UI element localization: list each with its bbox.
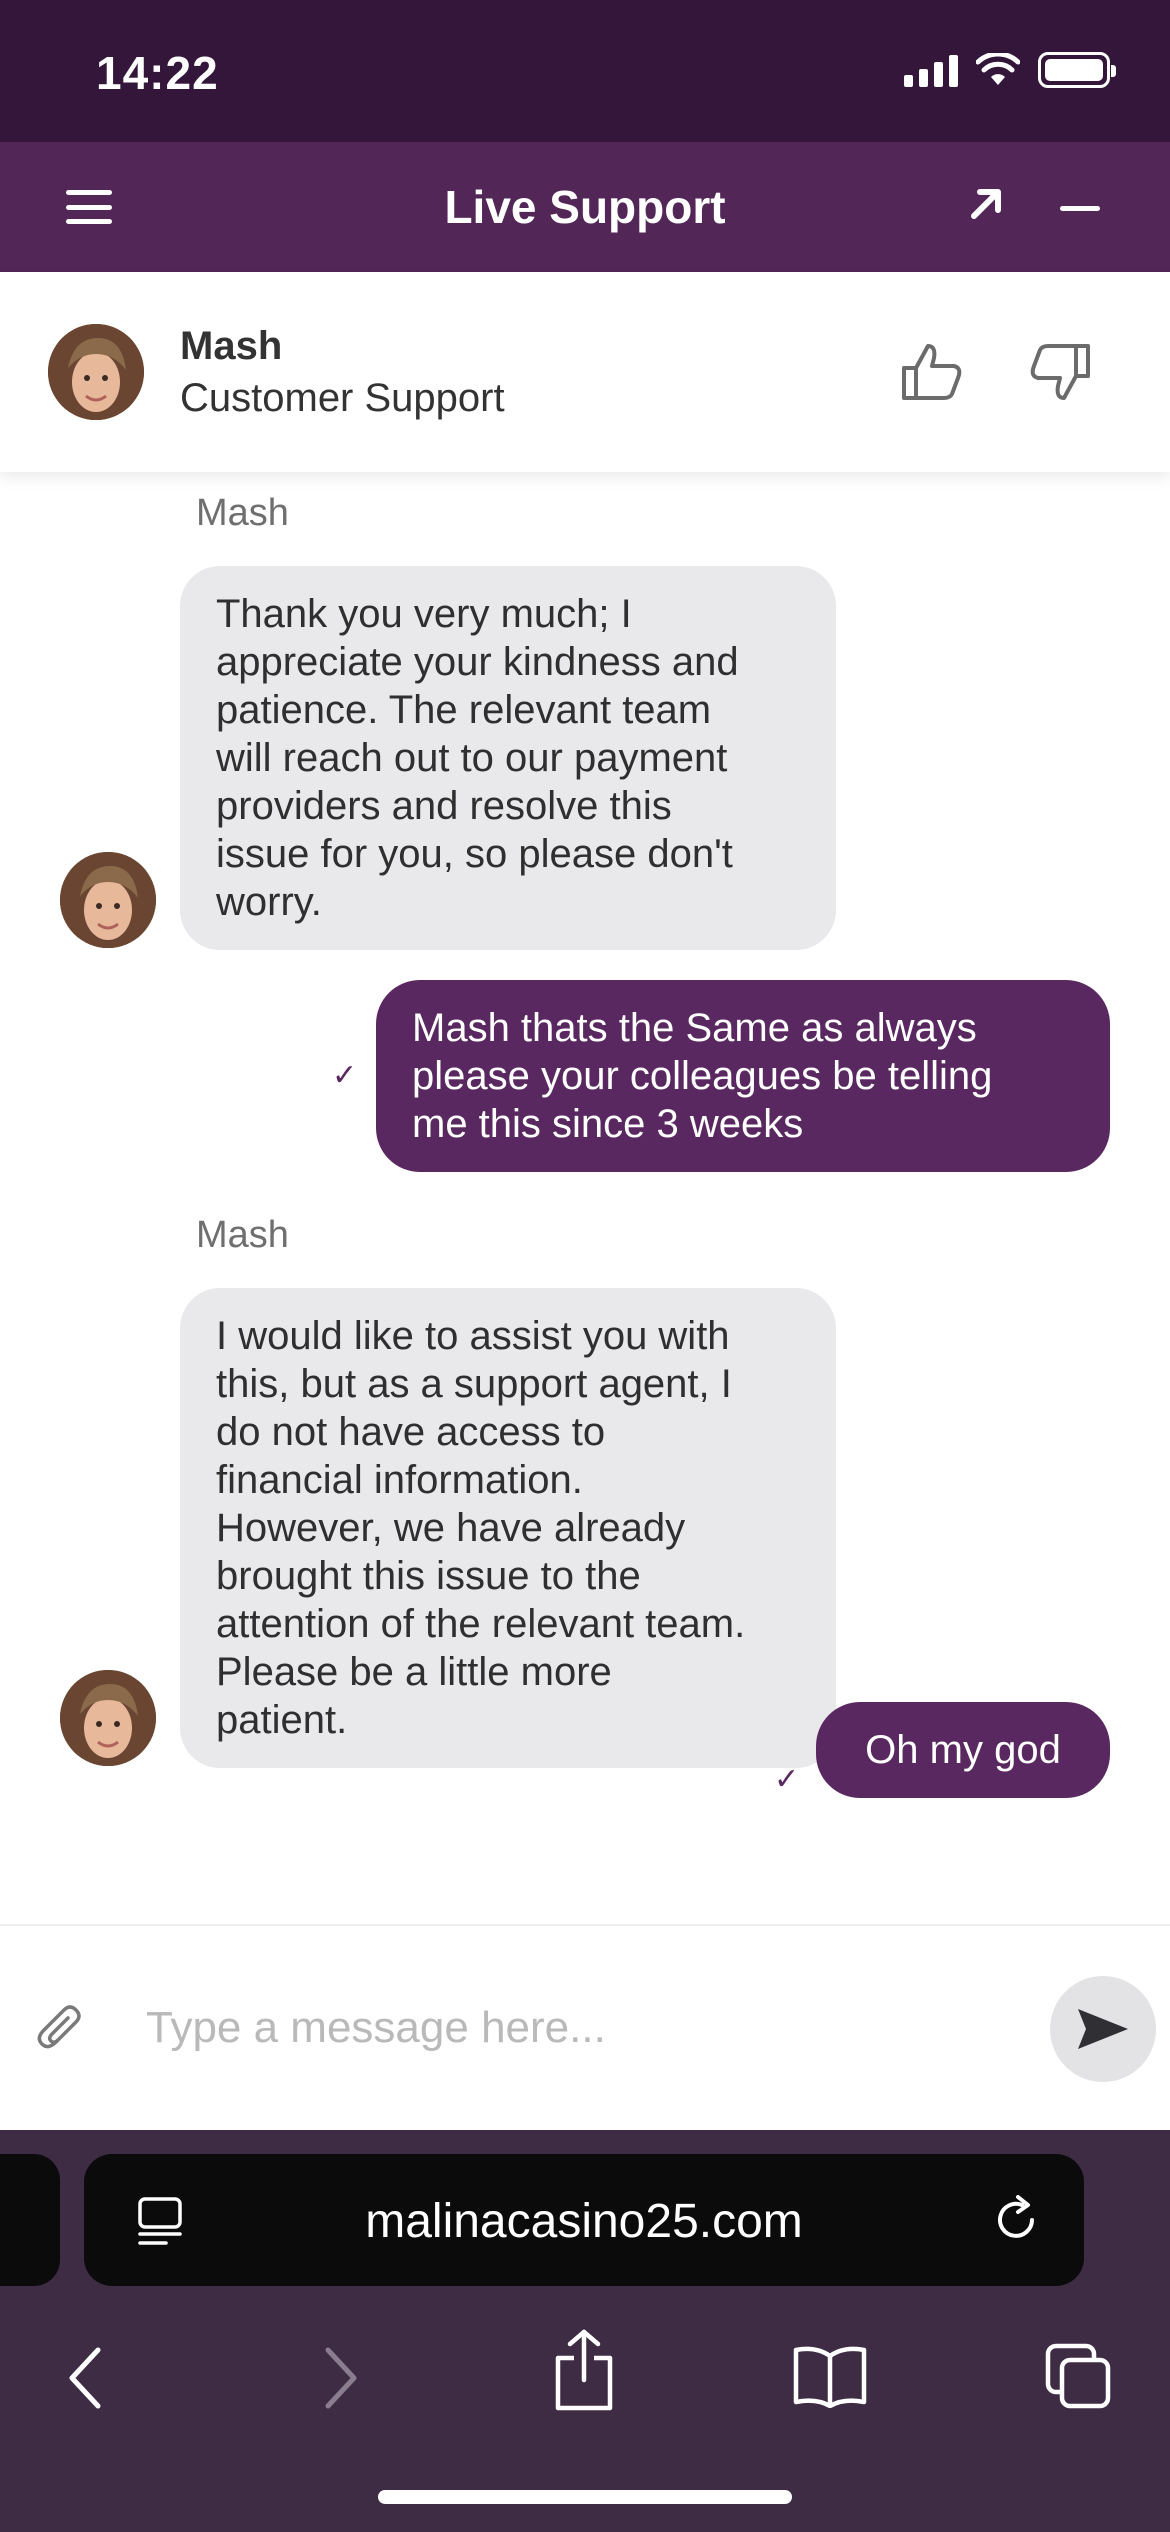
chat-transcript[interactable]: Mash Thank you very much; I appreciate y…: [0, 472, 1170, 1924]
agent-avatar: [60, 1670, 156, 1766]
incoming-message: Thank you very much; I appreciate your k…: [180, 566, 836, 950]
outgoing-message: Oh my god: [816, 1702, 1110, 1798]
thumbs-up-icon[interactable]: [900, 342, 966, 402]
message-line: providers and resolve this: [216, 784, 672, 828]
sender-label: Mash: [196, 1214, 289, 1256]
message-line: do not have access to: [216, 1410, 606, 1454]
minimize-icon[interactable]: [1060, 206, 1100, 211]
message-line: Mash thats the Same as always: [412, 1006, 977, 1050]
browser-toolbar: [0, 2316, 1170, 2436]
status-icons: [904, 52, 1116, 88]
previous-tab-preview[interactable]: [0, 2154, 60, 2286]
share-icon[interactable]: [552, 2328, 616, 2412]
message-line: financial information.: [216, 1458, 583, 1502]
address-bar[interactable]: malinacasino25.com: [84, 2154, 1084, 2286]
message-line: worry.: [216, 880, 322, 924]
browser-bottom-bar: malinacasino25.com: [0, 2130, 1170, 2532]
tabs-icon[interactable]: [1044, 2342, 1114, 2412]
message-line: this, but as a support agent, I: [216, 1362, 732, 1406]
thumbs-down-icon[interactable]: [1026, 342, 1092, 402]
sent-checkmark: ✓: [774, 1763, 800, 1796]
bookmarks-icon[interactable]: [792, 2344, 868, 2408]
cellular-signal-icon: [904, 53, 958, 87]
agent-name: Mash: [180, 324, 283, 368]
message-line: Oh my god: [865, 1728, 1061, 1772]
message-line: However, we have already: [216, 1506, 686, 1550]
back-icon[interactable]: [66, 2346, 106, 2410]
url-text: malinacasino25.com: [365, 2195, 803, 2248]
home-indicator[interactable]: [378, 2490, 792, 2504]
forward-icon[interactable]: [320, 2346, 360, 2410]
status-time: 14:22: [96, 47, 219, 99]
message-composer: [0, 1924, 1170, 2130]
status-bar: 14:22: [0, 0, 1170, 142]
chat-header: Live Support: [0, 142, 1170, 272]
message-line: brought this issue to the: [216, 1554, 641, 1598]
message-line: please your colleagues be telling: [412, 1054, 993, 1098]
send-icon: [1078, 2009, 1128, 2049]
message-line: patient.: [216, 1698, 348, 1742]
message-line: will reach out to our payment: [216, 736, 728, 780]
message-line: Please be a little more: [216, 1650, 612, 1694]
reload-icon[interactable]: [992, 2194, 1042, 2246]
outgoing-message: Mash thats the Same as always please you…: [376, 980, 1110, 1172]
agent-info-bar: Mash Customer Support: [0, 272, 1170, 472]
paperclip-icon[interactable]: [36, 2004, 84, 2054]
message-line: issue for you, so please don't: [216, 832, 733, 876]
wifi-icon: [976, 53, 1020, 85]
agent-avatar: [48, 324, 144, 420]
sender-label: Mash: [196, 492, 289, 534]
incoming-message: I would like to assist you with this, bu…: [180, 1288, 836, 1768]
agent-role: Customer Support: [180, 376, 505, 420]
message-line: me this since 3 weeks: [412, 1102, 804, 1146]
battery-icon: [1038, 52, 1116, 88]
message-input[interactable]: [146, 1986, 1026, 2070]
sent-checkmark: ✓: [332, 1059, 358, 1092]
expand-arrow-icon[interactable]: [964, 182, 1008, 226]
message-line: I would like to assist you with: [216, 1314, 730, 1358]
message-line: appreciate your kindness and: [216, 640, 739, 684]
message-line: patience. The relevant team: [216, 688, 712, 732]
message-line: attention of the relevant team.: [216, 1602, 746, 1646]
message-line: Thank you very much; I: [216, 592, 632, 636]
send-button[interactable]: [1050, 1976, 1156, 2082]
agent-avatar: [60, 852, 156, 948]
